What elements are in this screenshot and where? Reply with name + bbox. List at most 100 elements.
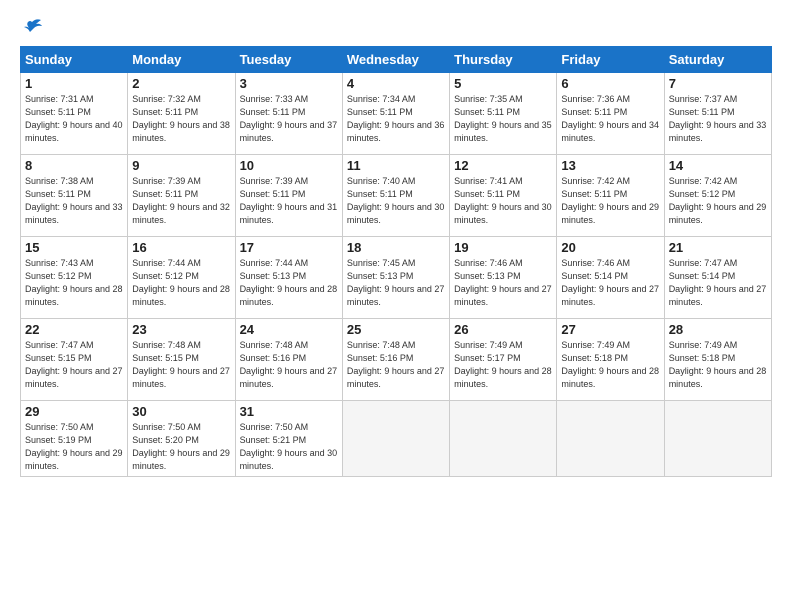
day-number: 8 (25, 158, 123, 173)
calendar-cell: 17 Sunrise: 7:44 AMSunset: 5:13 PMDayligh… (235, 237, 342, 319)
day-number: 31 (240, 404, 338, 419)
day-number: 18 (347, 240, 445, 255)
day-info: Sunrise: 7:47 AMSunset: 5:14 PMDaylight:… (669, 258, 767, 307)
day-number: 26 (454, 322, 552, 337)
calendar-cell: 23 Sunrise: 7:48 AMSunset: 5:15 PMDayligh… (128, 319, 235, 401)
calendar-cell: 26 Sunrise: 7:49 AMSunset: 5:17 PMDayligh… (450, 319, 557, 401)
calendar-cell: 22 Sunrise: 7:47 AMSunset: 5:15 PMDayligh… (21, 319, 128, 401)
weekday-header-friday: Friday (557, 47, 664, 73)
day-info: Sunrise: 7:49 AMSunset: 5:18 PMDaylight:… (561, 340, 659, 389)
calendar-cell: 10Sunrise: 7:39 AMSunset: 5:11 PMDayligh… (235, 155, 342, 237)
day-info: Sunrise: 7:33 AMSunset: 5:11 PMDaylight:… (240, 94, 338, 143)
calendar-cell: 25 Sunrise: 7:48 AMSunset: 5:16 PMDayligh… (342, 319, 449, 401)
day-number: 9 (132, 158, 230, 173)
calendar-cell: 24 Sunrise: 7:48 AMSunset: 5:16 PMDayligh… (235, 319, 342, 401)
day-number: 30 (132, 404, 230, 419)
header (20, 18, 772, 36)
calendar-cell: 16 Sunrise: 7:44 AMSunset: 5:12 PMDayligh… (128, 237, 235, 319)
day-number: 20 (561, 240, 659, 255)
logo-bird-icon (22, 18, 42, 36)
calendar-cell: 11 Sunrise: 7:40 AMSunset: 5:11 PMDayligh… (342, 155, 449, 237)
day-info: Sunrise: 7:44 AMSunset: 5:13 PMDaylight:… (240, 258, 338, 307)
day-number: 2 (132, 76, 230, 91)
day-info: Sunrise: 7:38 AMSunset: 5:11 PMDaylight:… (25, 176, 123, 225)
calendar-cell: 2 Sunrise: 7:32 AMSunset: 5:11 PMDaylight… (128, 73, 235, 155)
calendar-cell: 8 Sunrise: 7:38 AMSunset: 5:11 PMDaylight… (21, 155, 128, 237)
calendar-cell: 19 Sunrise: 7:46 AMSunset: 5:13 PMDayligh… (450, 237, 557, 319)
day-info: Sunrise: 7:39 AMSunset: 5:11 PMDaylight:… (132, 176, 230, 225)
week-row-2: 8 Sunrise: 7:38 AMSunset: 5:11 PMDaylight… (21, 155, 772, 237)
calendar-cell: 15Sunrise: 7:43 AMSunset: 5:12 PMDayligh… (21, 237, 128, 319)
day-info: Sunrise: 7:42 AMSunset: 5:12 PMDaylight:… (669, 176, 767, 225)
calendar-cell: 6 Sunrise: 7:36 AMSunset: 5:11 PMDaylight… (557, 73, 664, 155)
day-number: 24 (240, 322, 338, 337)
day-number: 6 (561, 76, 659, 91)
weekday-header-wednesday: Wednesday (342, 47, 449, 73)
day-number: 4 (347, 76, 445, 91)
day-info: Sunrise: 7:42 AMSunset: 5:11 PMDaylight:… (561, 176, 659, 225)
week-row-3: 15Sunrise: 7:43 AMSunset: 5:12 PMDayligh… (21, 237, 772, 319)
calendar-cell: 29 Sunrise: 7:50 AMSunset: 5:19 PMDayligh… (21, 401, 128, 477)
calendar-cell: 30 Sunrise: 7:50 AMSunset: 5:20 PMDayligh… (128, 401, 235, 477)
week-row-5: 29 Sunrise: 7:50 AMSunset: 5:19 PMDayligh… (21, 401, 772, 477)
weekday-header-tuesday: Tuesday (235, 47, 342, 73)
day-number: 23 (132, 322, 230, 337)
day-info: Sunrise: 7:46 AMSunset: 5:14 PMDaylight:… (561, 258, 659, 307)
day-number: 3 (240, 76, 338, 91)
calendar-cell (664, 401, 771, 477)
calendar-cell (557, 401, 664, 477)
day-number: 22 (25, 322, 123, 337)
weekday-header-sunday: Sunday (21, 47, 128, 73)
calendar-cell: 13 Sunrise: 7:42 AMSunset: 5:11 PMDayligh… (557, 155, 664, 237)
day-number: 5 (454, 76, 552, 91)
weekday-header-saturday: Saturday (664, 47, 771, 73)
page: SundayMondayTuesdayWednesdayThursdayFrid… (0, 0, 792, 612)
weekday-header-thursday: Thursday (450, 47, 557, 73)
day-info: Sunrise: 7:47 AMSunset: 5:15 PMDaylight:… (25, 340, 123, 389)
day-number: 29 (25, 404, 123, 419)
day-info: Sunrise: 7:48 AMSunset: 5:15 PMDaylight:… (132, 340, 230, 389)
day-info: Sunrise: 7:46 AMSunset: 5:13 PMDaylight:… (454, 258, 552, 307)
day-info: Sunrise: 7:45 AMSunset: 5:13 PMDaylight:… (347, 258, 445, 307)
day-info: Sunrise: 7:49 AMSunset: 5:18 PMDaylight:… (669, 340, 767, 389)
day-info: Sunrise: 7:31 AMSunset: 5:11 PMDaylight:… (25, 94, 123, 143)
calendar-table: SundayMondayTuesdayWednesdayThursdayFrid… (20, 46, 772, 477)
day-info: Sunrise: 7:50 AMSunset: 5:20 PMDaylight:… (132, 422, 230, 471)
calendar-cell: 7Sunrise: 7:37 AMSunset: 5:11 PMDaylight… (664, 73, 771, 155)
calendar-cell: 14 Sunrise: 7:42 AMSunset: 5:12 PMDayligh… (664, 155, 771, 237)
day-info: Sunrise: 7:43 AMSunset: 5:12 PMDaylight:… (25, 258, 123, 307)
weekday-header-row: SundayMondayTuesdayWednesdayThursdayFrid… (21, 47, 772, 73)
calendar-cell: 18 Sunrise: 7:45 AMSunset: 5:13 PMDayligh… (342, 237, 449, 319)
calendar-cell (450, 401, 557, 477)
day-number: 11 (347, 158, 445, 173)
day-info: Sunrise: 7:40 AMSunset: 5:11 PMDaylight:… (347, 176, 445, 225)
calendar-cell: 9 Sunrise: 7:39 AMSunset: 5:11 PMDaylight… (128, 155, 235, 237)
day-info: Sunrise: 7:48 AMSunset: 5:16 PMDaylight:… (240, 340, 338, 389)
day-info: Sunrise: 7:41 AMSunset: 5:11 PMDaylight:… (454, 176, 552, 225)
day-info: Sunrise: 7:49 AMSunset: 5:17 PMDaylight:… (454, 340, 552, 389)
day-number: 19 (454, 240, 552, 255)
day-number: 25 (347, 322, 445, 337)
day-info: Sunrise: 7:50 AMSunset: 5:21 PMDaylight:… (240, 422, 338, 471)
calendar-cell: 31 Sunrise: 7:50 AMSunset: 5:21 PMDayligh… (235, 401, 342, 477)
day-number: 14 (669, 158, 767, 173)
day-info: Sunrise: 7:48 AMSunset: 5:16 PMDaylight:… (347, 340, 445, 389)
calendar-cell: 21 Sunrise: 7:47 AMSunset: 5:14 PMDayligh… (664, 237, 771, 319)
week-row-4: 22 Sunrise: 7:47 AMSunset: 5:15 PMDayligh… (21, 319, 772, 401)
day-info: Sunrise: 7:35 AMSunset: 5:11 PMDaylight:… (454, 94, 552, 143)
day-number: 1 (25, 76, 123, 91)
day-number: 16 (132, 240, 230, 255)
day-info: Sunrise: 7:39 AMSunset: 5:11 PMDaylight:… (240, 176, 338, 225)
calendar-cell: 3 Sunrise: 7:33 AMSunset: 5:11 PMDaylight… (235, 73, 342, 155)
day-number: 21 (669, 240, 767, 255)
calendar-cell: 28 Sunrise: 7:49 AMSunset: 5:18 PMDayligh… (664, 319, 771, 401)
day-number: 13 (561, 158, 659, 173)
day-info: Sunrise: 7:44 AMSunset: 5:12 PMDaylight:… (132, 258, 230, 307)
day-number: 17 (240, 240, 338, 255)
day-info: Sunrise: 7:32 AMSunset: 5:11 PMDaylight:… (132, 94, 230, 143)
day-info: Sunrise: 7:36 AMSunset: 5:11 PMDaylight:… (561, 94, 659, 143)
day-number: 28 (669, 322, 767, 337)
calendar-cell (342, 401, 449, 477)
calendar-cell: 5 Sunrise: 7:35 AMSunset: 5:11 PMDaylight… (450, 73, 557, 155)
day-info: Sunrise: 7:50 AMSunset: 5:19 PMDaylight:… (25, 422, 123, 471)
